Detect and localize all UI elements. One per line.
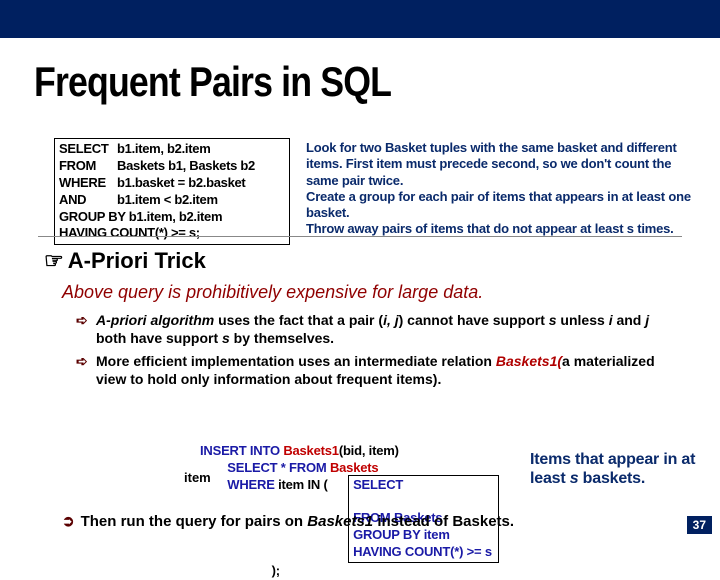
explanation-text: Look for two Basket tuples with the same… xyxy=(306,140,702,238)
slide-title: Frequent Pairs in SQL xyxy=(34,58,391,106)
pointing-hand-icon: ☞ xyxy=(44,248,64,273)
b2-t1: More efficient implementation uses an in… xyxy=(96,353,496,369)
b2-baskets1: Baskets1( xyxy=(496,353,562,369)
kw-from: FROM xyxy=(59,158,117,175)
sql-having: HAVING COUNT(*) >= s; xyxy=(59,225,285,242)
kw-select: SELECT xyxy=(59,141,117,158)
kw-select2: SELECT * FROM xyxy=(200,460,330,475)
sql-groupby: GROUP BY b1.item, b2.item xyxy=(59,209,285,226)
insert-sql-block: INSERT INTO Baskets1(bid, item) SELECT *… xyxy=(200,426,499,580)
expl-p1: Look for two Basket tuples with the same… xyxy=(306,140,702,189)
close-paren: ); xyxy=(272,563,280,578)
then-c: instead of Baskets. xyxy=(373,513,514,530)
b1-ij: i, j xyxy=(383,312,399,328)
kw-insert: INSERT INTO xyxy=(200,443,283,458)
b1-t6: by themselves. xyxy=(230,330,334,346)
b1-t2: ) cannot have support xyxy=(399,312,549,328)
b1-j: j xyxy=(645,312,649,328)
kw-subselect: SELECT xyxy=(353,477,403,492)
item-label: item xyxy=(184,470,211,485)
kw-subhaving: HAVING COUNT(*) >= s xyxy=(353,544,492,559)
b1-alg: A-priori algorithm xyxy=(96,312,214,328)
sql-from: Baskets b1, Baskets b2 xyxy=(117,158,255,173)
bullet-2: More efficient implementation uses an in… xyxy=(78,353,678,388)
items-appear-text: Items that appear in at least s baskets. xyxy=(530,450,706,488)
kw-where: WHERE xyxy=(59,175,117,192)
apriori-heading-text: A-Priori Trick xyxy=(68,248,206,273)
tbl-baskets: Baskets xyxy=(330,460,378,475)
item-in: item IN ( xyxy=(278,477,327,492)
ia-b: baskets. xyxy=(578,470,645,487)
b1-t: uses the fact that a pair ( xyxy=(214,312,383,328)
apriori-heading: ☞A-Priori Trick xyxy=(44,248,206,274)
b1-t5: both have support xyxy=(96,330,222,346)
sql-select-cols: b1.item, b2.item xyxy=(117,141,210,156)
expl-p2: Create a group for each pair of items th… xyxy=(306,189,702,222)
expensive-text: Above query is prohibitively expensive f… xyxy=(62,282,483,303)
sql-query-box: SELECTb1.item, b2.item FROMBaskets b1, B… xyxy=(54,138,290,245)
kw-and: AND xyxy=(59,192,117,209)
ins-cols: (bid, item) xyxy=(339,443,399,458)
then-b: Baskets1 xyxy=(307,513,373,530)
then-a: Then run the query for pairs on xyxy=(81,513,308,530)
bullet-1: A-priori algorithm uses the fact that a … xyxy=(78,312,678,347)
header-whiteline xyxy=(0,38,720,50)
bullet-list: A-priori algorithm uses the fact that a … xyxy=(78,312,678,394)
kw-where2: WHERE xyxy=(200,477,278,492)
then-arrow-icon: ➲ xyxy=(62,513,75,530)
tbl-baskets1: Baskets1 xyxy=(283,443,339,458)
page-number: 37 xyxy=(687,516,712,534)
then-line: ➲ Then run the query for pairs on Baskets… xyxy=(62,512,514,530)
b1-s: s xyxy=(549,312,557,328)
sql-where1: b1.basket = b2.basket xyxy=(117,175,245,190)
b1-s2: s xyxy=(222,330,230,346)
horizontal-divider xyxy=(38,236,682,237)
b1-t4: and xyxy=(613,312,646,328)
b1-t3: unless xyxy=(557,312,609,328)
sql-where2: b1.item < b2.item xyxy=(117,192,218,207)
